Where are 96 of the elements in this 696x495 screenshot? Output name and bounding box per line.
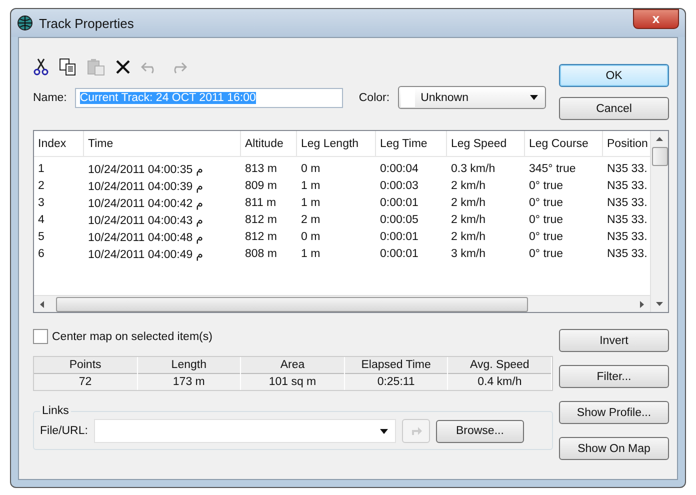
table-cell-text: 10/24/2011 04:00:48 م	[87, 230, 204, 244]
table-cell-text: 10/24/2011 04:00:39 م	[87, 180, 204, 192]
scroll-up-icon[interactable]	[656, 137, 663, 141]
table-cell-text: 0:00:01	[379, 196, 420, 208]
table-cell-text: N35 33.	[606, 248, 648, 260]
color-label: Color:	[358, 92, 390, 104]
cancel-button[interactable]: Cancel	[559, 97, 669, 120]
ok-button[interactable]: OK	[559, 64, 669, 87]
url-field[interactable]	[94, 419, 396, 443]
checkbox-label: Center map on selected item(s)	[52, 330, 212, 342]
stat-value: 0.4 km/h	[476, 375, 523, 390]
table-cell-text: 345° true	[528, 162, 577, 174]
stat-header: Length	[138, 357, 240, 374]
column-header[interactable]: Leg Speed	[447, 131, 525, 156]
dropdown-arrow-icon[interactable]	[530, 95, 538, 100]
table-cell-text: 808 m	[244, 248, 278, 260]
table-cell-text: 1 m	[300, 248, 322, 260]
action-button[interactable]: Filter...	[559, 365, 669, 388]
table-cell-text: 2 km/h	[450, 230, 487, 242]
column-header[interactable]: Altitude	[241, 131, 297, 156]
table-cell-text: 5	[37, 230, 46, 242]
table-cell-text: 2	[37, 180, 46, 192]
column-header[interactable]: Index	[34, 131, 84, 156]
file-url-label: File/URL:	[40, 425, 88, 437]
table-cell-text: 0:00:01	[379, 248, 420, 260]
column-header[interactable]: Leg Course	[525, 131, 603, 156]
scroll-thumb[interactable]	[56, 296, 528, 312]
table-cell-text: 0:00:05	[379, 214, 420, 226]
stat-value: 101 sq m	[268, 375, 318, 390]
dropdown-arrow-icon[interactable]	[380, 428, 388, 434]
table-cell-text: N35 33.	[606, 230, 648, 242]
table-cell-text: 3 km/h	[450, 248, 487, 260]
scroll-down-icon[interactable]	[656, 302, 663, 306]
table-cell-text: 813 m	[244, 162, 278, 174]
name-label: Name:	[33, 92, 67, 104]
stat-header: Elapsed Time	[344, 357, 448, 374]
table-cell-text: 812 m	[244, 230, 278, 242]
table-cell-text: 10/24/2011 04:00:42 م	[87, 196, 204, 210]
table-cell-text: 2 m	[300, 214, 322, 226]
table-cell-text: 2 km/h	[450, 196, 487, 208]
table-cell-text: N35 33.	[606, 196, 648, 208]
close-button[interactable]: x	[633, 9, 679, 29]
table-cell-text: 2 km/h	[450, 214, 487, 226]
stat-value: 173 m	[172, 375, 206, 390]
table-cell-text: 0:00:03	[379, 180, 420, 192]
table-cell-text: 0° true	[528, 248, 564, 260]
copy-icon[interactable]	[59, 58, 77, 76]
scroll-right-icon[interactable]	[640, 300, 644, 308]
action-button[interactable]: Invert	[559, 329, 669, 352]
table-cell-text: 6	[37, 248, 46, 260]
table-cell-text: N35 33.	[606, 214, 648, 226]
table-cell-text: 0° true	[528, 230, 564, 242]
globe-icon	[17, 15, 33, 31]
stat-value: 72	[78, 375, 93, 390]
action-button[interactable]: Show Profile...	[559, 401, 669, 424]
table-cell-text: 4	[37, 214, 46, 226]
delete-icon[interactable]	[115, 59, 131, 75]
column-header[interactable]: Time	[84, 131, 241, 156]
table-cell-text: 2 km/h	[450, 180, 487, 192]
table-cell-text: 809 m	[244, 180, 278, 192]
stat-header: Area	[241, 357, 344, 374]
table-cell-text: 10/24/2011 04:00:43 م	[87, 214, 204, 226]
column-header[interactable]: Leg Length	[297, 131, 376, 156]
scissors-icon[interactable]	[33, 58, 49, 76]
table-cell-text: 811 m	[244, 196, 278, 208]
stat-header: Avg. Speed	[448, 357, 551, 374]
table-cell-text: 0:00:01	[379, 230, 420, 242]
group-title: Links	[41, 405, 70, 417]
table-cell-text: 0.3 km/h	[450, 162, 496, 174]
scroll-left-icon[interactable]	[40, 300, 44, 308]
vertical-scrollbar[interactable]	[650, 131, 668, 312]
table-cell-text: 1 m	[300, 180, 322, 192]
scroll-thumb[interactable]	[652, 147, 668, 166]
horizontal-scrollbar[interactable]	[34, 295, 650, 312]
table-cell-text: 1 m	[300, 196, 322, 208]
table-cell-text: 812 m	[244, 214, 278, 226]
table-cell-text: N35 33.	[606, 180, 648, 192]
table-cell-text: 0 m	[300, 230, 322, 242]
column-header[interactable]: Leg Time	[376, 131, 447, 156]
table-cell-text: 3	[37, 196, 46, 208]
table-cell-text: N35 33.	[606, 162, 648, 174]
action-button[interactable]: Show On Map	[559, 437, 669, 460]
stat-header: Points	[34, 357, 137, 374]
color-dropdown[interactable]: Unknown	[398, 86, 546, 109]
table-cell-text: 10/24/2011 04:00:49 م	[87, 248, 204, 260]
table-cell-text: 0:00:04	[379, 162, 420, 174]
stat-value: 0:25:11	[376, 375, 416, 390]
table-cell-text: 0° true	[528, 214, 564, 226]
table-cell-text: 10/24/2011 04:00:35 م	[87, 162, 204, 176]
table-cell-text: 0° true	[528, 196, 564, 208]
table-cell-text: 0° true	[528, 180, 564, 192]
table-cell-text: 0 m	[300, 162, 322, 174]
browse-button[interactable]: Browse...	[436, 420, 524, 442]
window-title: Track Properties	[39, 16, 135, 30]
table-cell-text: 1	[37, 162, 46, 174]
checkbox[interactable]	[33, 329, 48, 344]
